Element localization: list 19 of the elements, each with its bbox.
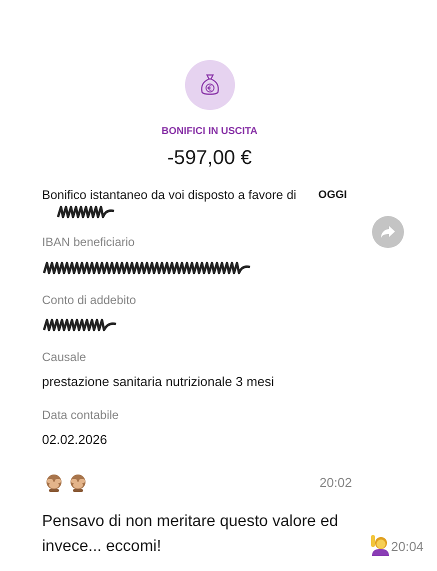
field-label: Conto di addebito xyxy=(42,292,138,308)
message-time: 20:04 xyxy=(391,538,424,556)
description-text: Bonifico istantaneo da voi disposto a favore di xyxy=(42,187,297,204)
field-label: Data contabile xyxy=(42,406,120,424)
monkey-icon xyxy=(68,474,88,492)
redaction-scribble xyxy=(56,205,116,219)
field-value: 02.02.2026 xyxy=(42,430,108,448)
money-bag-icon xyxy=(184,60,234,110)
share-arrow-icon xyxy=(380,225,396,239)
amount-text: -597,00 € xyxy=(167,146,252,171)
message-text: Pensavo di non meritare questo valore ed invece... eccomi! xyxy=(42,512,340,556)
category-label: BONIFICI IN USCITA xyxy=(162,125,258,139)
monkey-icon xyxy=(44,474,64,492)
message-time: 20:02 xyxy=(319,474,352,492)
date-label: OGGI xyxy=(318,188,347,203)
forward-button[interactable] xyxy=(372,216,404,248)
field-label: Causale xyxy=(42,349,88,366)
field-label: IBAN beneficiario xyxy=(42,234,136,251)
field-value: prestazione sanitaria nutrizionale 3 mesi xyxy=(42,373,275,391)
